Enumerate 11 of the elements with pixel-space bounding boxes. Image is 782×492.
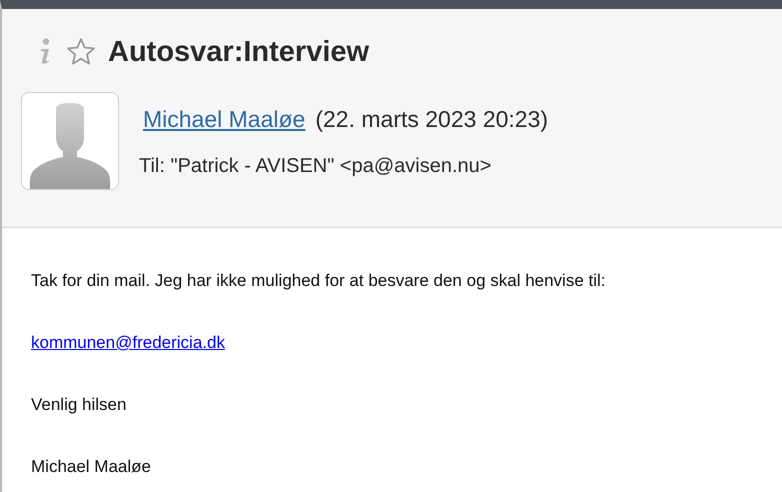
body-text: Tak for din mail. Jeg har ikke mulighed for at besvare den og skal henvise til: bbox=[31, 270, 607, 292]
body-text: Venlig hilsen bbox=[31, 394, 128, 416]
avatar-icon bbox=[21, 92, 119, 190]
sender-link[interactable]: Michael Maaløe bbox=[143, 106, 306, 133]
info-icon[interactable] bbox=[38, 38, 52, 66]
star-icon[interactable] bbox=[66, 37, 96, 67]
message-date: (22. marts 2023 20:23) bbox=[315, 106, 548, 133]
email-link[interactable]: kommunen@fredericia.dk bbox=[31, 333, 225, 352]
message-subject: Autosvar:Interview bbox=[108, 36, 370, 68]
recipient-line: Til: "Patrick - AVISEN" <pa@avisen.nu> bbox=[139, 155, 492, 178]
body-text: Michael Maaløe bbox=[31, 456, 152, 478]
